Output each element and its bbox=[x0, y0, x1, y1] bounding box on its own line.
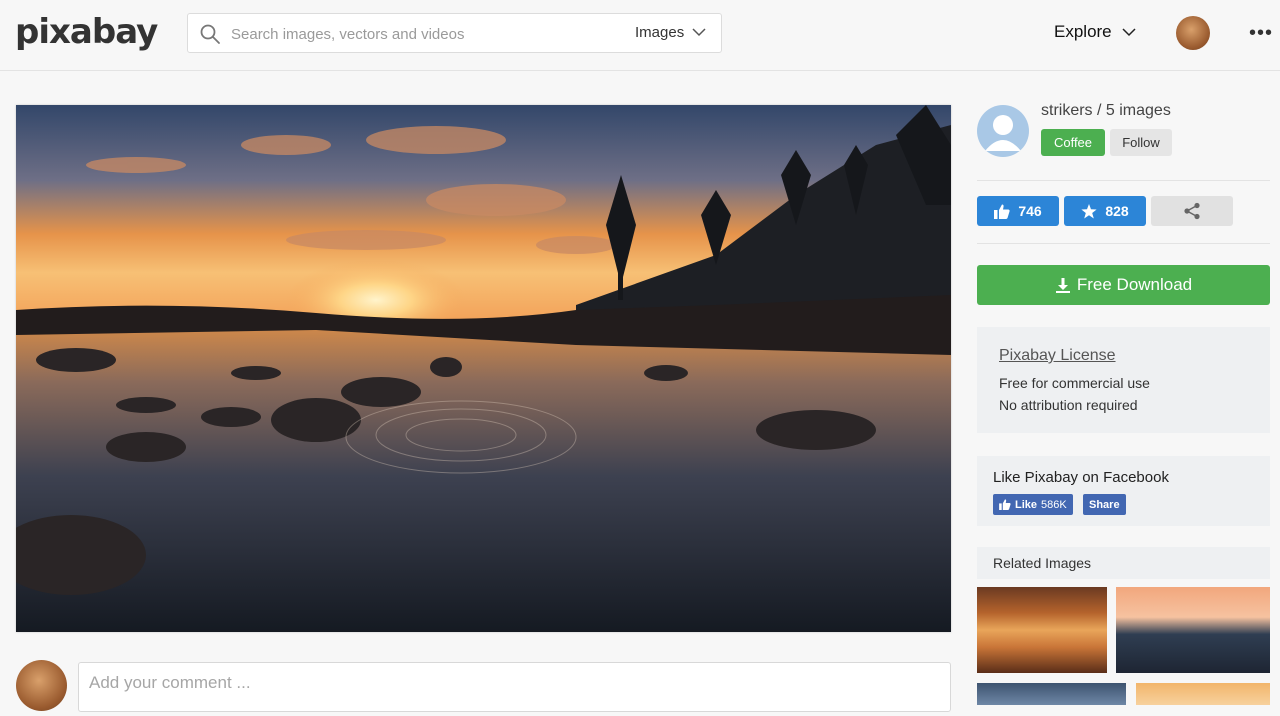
search-icon bbox=[200, 24, 220, 44]
author-name[interactable]: strikers / 5 images bbox=[1041, 102, 1171, 120]
divider bbox=[977, 243, 1270, 244]
related-thumbnail[interactable] bbox=[1116, 587, 1270, 673]
related-images-header: Related Images bbox=[977, 547, 1270, 579]
share-icon bbox=[1184, 202, 1200, 220]
facebook-like-button[interactable]: Like 586K bbox=[993, 494, 1073, 515]
related-images-title: Related Images bbox=[993, 555, 1092, 571]
like-count: 746 bbox=[1018, 203, 1042, 219]
license-line-attribution: No attribution required bbox=[999, 397, 1138, 413]
sunset-lake-image bbox=[16, 105, 951, 632]
license-box: Pixabay License Free for commercial use … bbox=[977, 327, 1270, 433]
search-type-dropdown[interactable]: Images bbox=[635, 24, 706, 41]
commenter-avatar bbox=[16, 660, 67, 711]
follow-button[interactable]: Follow bbox=[1110, 129, 1172, 156]
explore-label: Explore bbox=[1054, 22, 1112, 41]
facebook-like-label: Like bbox=[1015, 498, 1038, 511]
top-header: pixabay Images Explore ••• bbox=[0, 0, 1280, 71]
facebook-like-count: 586K bbox=[1041, 498, 1067, 511]
pixabay-logo[interactable]: pixabay bbox=[15, 12, 158, 52]
chevron-down-icon bbox=[1122, 27, 1136, 36]
download-icon bbox=[1055, 278, 1070, 293]
facebook-box: Like Pixabay on Facebook Like 586K Share bbox=[977, 456, 1270, 526]
search-type-label: Images bbox=[635, 24, 685, 41]
chevron-down-icon bbox=[692, 28, 706, 37]
divider bbox=[977, 180, 1270, 181]
star-icon bbox=[1081, 203, 1097, 218]
favorite-button[interactable]: 828 bbox=[1064, 196, 1146, 226]
facebook-title: Like Pixabay on Facebook bbox=[993, 469, 1169, 486]
favorite-count: 828 bbox=[1105, 203, 1129, 219]
search-bar[interactable]: Images bbox=[187, 13, 722, 53]
search-input[interactable] bbox=[231, 22, 621, 46]
download-label: Free Download bbox=[1076, 275, 1193, 294]
explore-menu[interactable]: Explore bbox=[1054, 22, 1136, 42]
license-link[interactable]: Pixabay License bbox=[999, 347, 1116, 365]
more-options-icon[interactable]: ••• bbox=[1249, 22, 1273, 45]
thumbs-up-icon bbox=[999, 499, 1011, 510]
license-line-commercial: Free for commercial use bbox=[999, 375, 1150, 391]
free-download-button[interactable]: Free Download bbox=[977, 265, 1270, 305]
main-photo[interactable] bbox=[16, 105, 951, 632]
related-thumbnail[interactable] bbox=[977, 587, 1107, 673]
coffee-button[interactable]: Coffee bbox=[1041, 129, 1105, 156]
user-avatar[interactable] bbox=[1176, 16, 1210, 50]
comment-input[interactable] bbox=[79, 663, 950, 711]
facebook-share-button[interactable]: Share bbox=[1083, 494, 1126, 515]
thumbs-up-icon bbox=[994, 204, 1010, 219]
related-thumbnail[interactable] bbox=[977, 683, 1126, 705]
default-user-icon bbox=[985, 115, 1021, 151]
author-avatar[interactable] bbox=[977, 105, 1029, 157]
like-button[interactable]: 746 bbox=[977, 196, 1059, 226]
share-button[interactable] bbox=[1151, 196, 1233, 226]
related-thumbnail[interactable] bbox=[1136, 683, 1270, 705]
